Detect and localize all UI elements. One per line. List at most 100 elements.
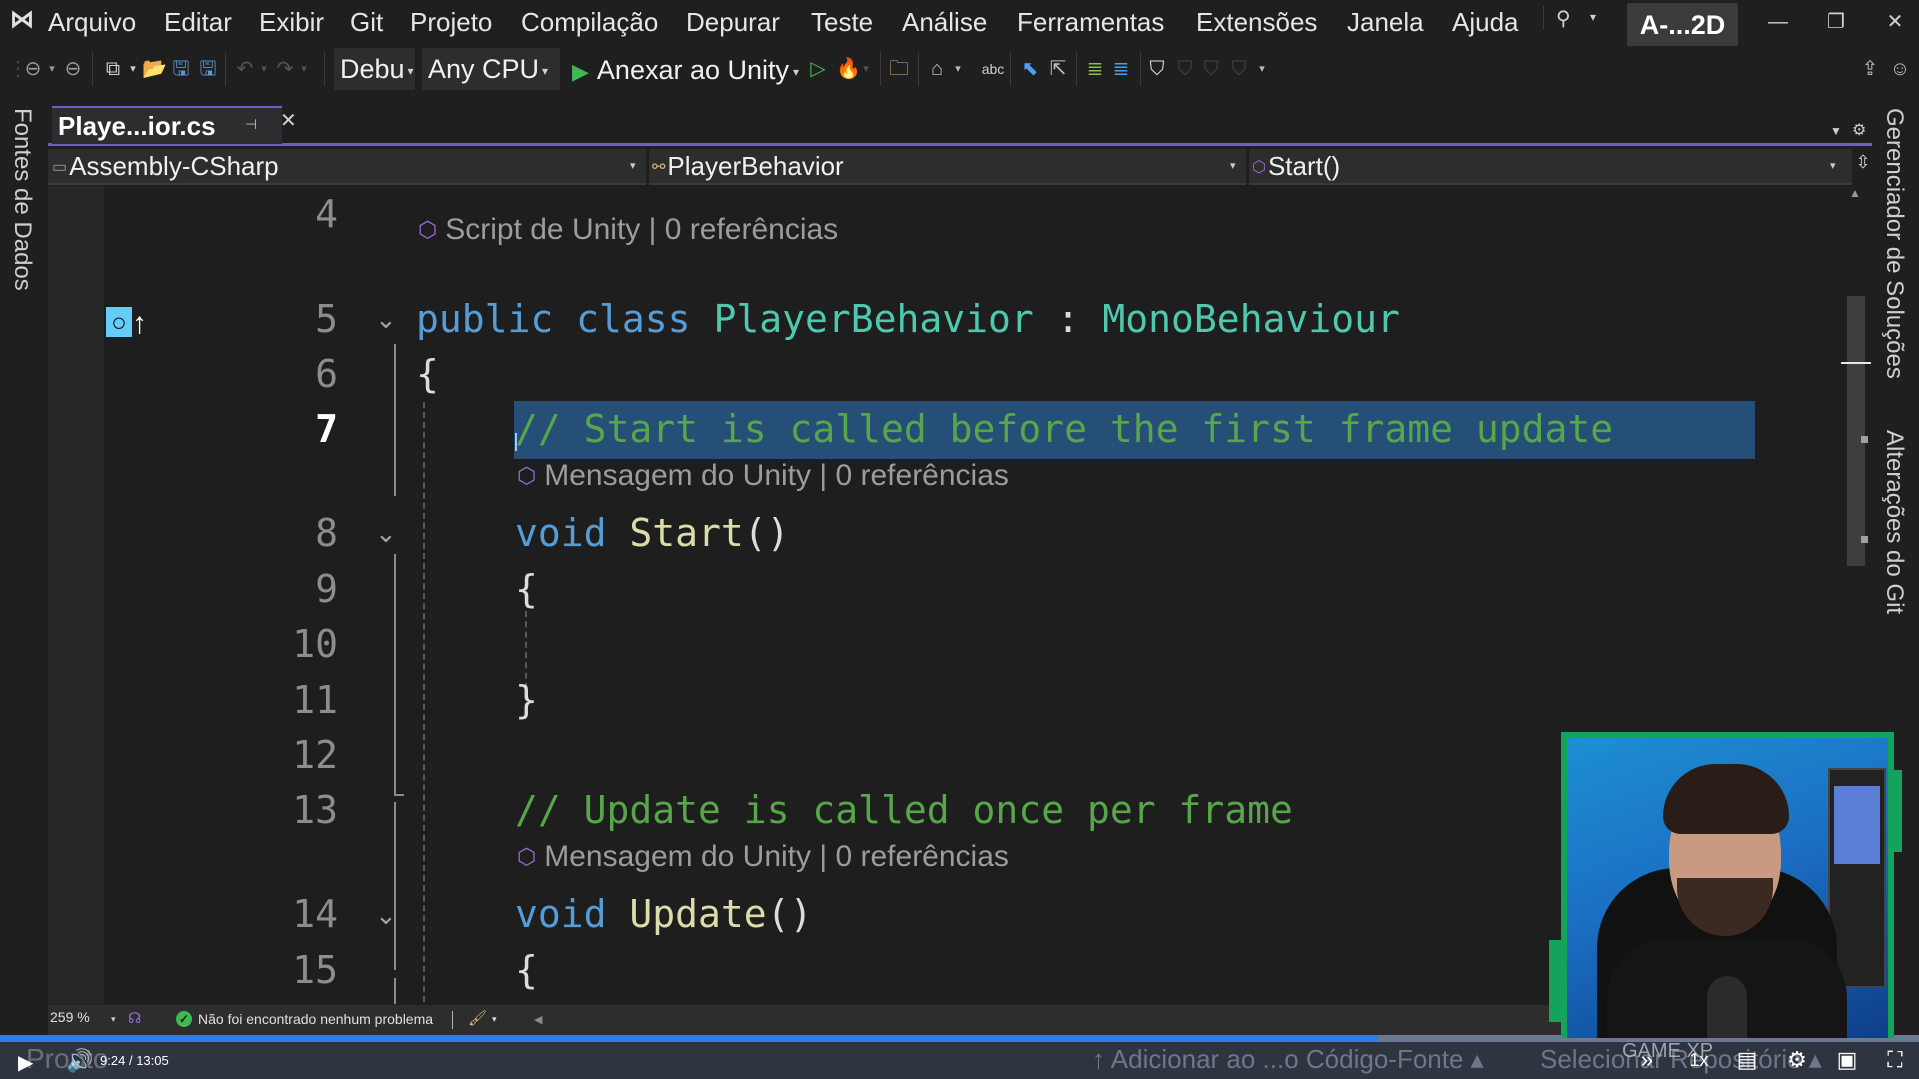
go-to-definition-icon[interactable]: ⇱ (1046, 56, 1070, 82)
navigate-back-icon[interactable]: ⊖ (22, 56, 44, 82)
skip-forward-icon[interactable]: » (1632, 1046, 1662, 1074)
menu-teste[interactable]: Teste (811, 6, 873, 38)
collapse-chevron-icon[interactable]: ⌄ (375, 304, 397, 334)
zoom-dropdown-caret-icon[interactable]: ▾ (111, 1014, 116, 1025)
scroll-up-arrow-icon[interactable]: ▲ (1849, 186, 1861, 200)
new-project-icon[interactable]: ⧉ (100, 56, 126, 82)
menu-projeto[interactable]: Projeto (410, 6, 492, 38)
configuration-dropdown[interactable]: Debu ▾ (334, 48, 415, 90)
attach-to-unity-button[interactable]: ▶ Anexar ao Unity ▾ (572, 50, 799, 90)
scrollbar-thumb[interactable] (1847, 296, 1865, 566)
close-button[interactable]: ✕ (1872, 4, 1918, 40)
search-dropdown-caret-icon[interactable]: ▾ (1590, 10, 1596, 24)
collapse-chevron-icon[interactable]: ⌄ (375, 518, 397, 548)
menu-depurar[interactable]: Depurar (686, 6, 780, 38)
codelens-unity-message[interactable]: ⬡ Mensagem do Unity | 0 referências (517, 837, 1009, 877)
undo-caret-icon[interactable]: ▾ (258, 56, 270, 82)
menu-exibir[interactable]: Exibir (259, 6, 324, 38)
previous-bookmark-icon[interactable]: ⛉ (1174, 56, 1196, 82)
new-project-caret-icon[interactable]: ▾ (127, 56, 139, 82)
copilot-icon[interactable]: ☊ (128, 1009, 141, 1027)
live-share-icon[interactable]: ⇪ (1858, 56, 1882, 82)
redo-caret-icon[interactable]: ▾ (298, 56, 310, 82)
navigation-bar: ▭Assembly-CSharp ▾ ⚯PlayerBehavior ▾ ⬡St… (48, 149, 1852, 185)
settings-gear-icon[interactable]: ⚙ (1782, 1046, 1812, 1074)
hot-reload-icon[interactable]: 🔥 (836, 56, 861, 82)
redo-icon[interactable]: ↷ (274, 56, 296, 82)
find-in-files-folder-icon[interactable]: 🗀 (886, 56, 912, 82)
navigate-back-caret-icon[interactable]: ▾ (46, 56, 58, 82)
platform-dropdown[interactable]: Any CPU ▾ (422, 48, 560, 90)
code-cleanup-caret-icon[interactable]: ▾ (492, 1014, 497, 1025)
menu-editar[interactable]: Editar (164, 6, 232, 38)
outline-guide (394, 554, 396, 794)
menu-arquivo[interactable]: Arquivo (48, 6, 136, 38)
bookmark-icon[interactable]: ⛉ (1146, 56, 1168, 82)
inheritance-margin-marker[interactable]: ○ ↑ (106, 307, 147, 341)
gear-icon[interactable]: ⚙ (1852, 120, 1866, 140)
menu-ferramentas[interactable]: Ferramentas (1017, 6, 1164, 38)
menu-git[interactable]: Git (350, 6, 383, 38)
horizontal-scroll-left-icon[interactable]: ◀ (534, 1013, 542, 1026)
keyword-class: class (576, 297, 691, 341)
type-dropdown[interactable]: ⚯PlayerBehavior (652, 149, 1282, 183)
issues-status[interactable]: Não foi encontrado nenhum problema (198, 1011, 433, 1027)
project-dropdown[interactable]: ▭Assembly-CSharp (52, 149, 638, 183)
code-cleanup-brush-icon[interactable]: 🖌 (468, 1009, 487, 1027)
toolbar-overflow-icon[interactable]: ▾ (1256, 56, 1268, 82)
colon: : (1056, 297, 1080, 341)
clear-bookmarks-icon[interactable]: ⛉ (1228, 56, 1250, 82)
duration: 13:05 (136, 1053, 169, 1068)
data-sources-tab[interactable]: Fontes de Dados (8, 108, 36, 291)
minimize-button[interactable]: — (1755, 4, 1801, 40)
codelens-script-unity[interactable]: ⬡ Script de Unity | 0 referências (418, 210, 838, 250)
outdent-icon[interactable]: ≣ (1110, 56, 1132, 82)
git-changes-tab[interactable]: Alterações do Git (1880, 430, 1908, 614)
navigate-forward-icon[interactable]: ⊖ (62, 56, 84, 82)
toolbar-overflow-icon[interactable]: ▾ (952, 56, 964, 82)
volume-icon[interactable]: 🔊 (66, 1048, 93, 1074)
captions-icon[interactable]: ▤ (1732, 1046, 1762, 1074)
indent-icon[interactable]: ≣ (1084, 56, 1106, 82)
start-without-debugging-icon[interactable]: ▷ (808, 56, 828, 82)
picture-in-picture-icon[interactable]: ▣ (1832, 1046, 1862, 1074)
open-folder-icon[interactable]: 📂 (142, 56, 167, 82)
menu-analise[interactable]: Análise (902, 6, 987, 38)
codelens-unity-message[interactable]: ⬡ Mensagem do Unity | 0 referências (517, 456, 1009, 496)
outline-guide-end (394, 794, 404, 796)
save-all-icon[interactable]: 🖫 (197, 56, 219, 82)
search-icon[interactable]: ⚲ (1556, 6, 1571, 31)
feedback-icon[interactable]: ☺ (1888, 56, 1912, 82)
exit-fullscreen-icon[interactable]: ⛶ (1880, 1046, 1910, 1074)
solution-home-icon[interactable]: ⌂ (924, 56, 950, 82)
select-pointer-icon[interactable]: ⬉ (1018, 56, 1042, 82)
tab-overflow-dropdown-icon[interactable]: ▼ (1830, 124, 1842, 138)
chevron-down-icon[interactable]: ▾ (630, 159, 636, 172)
pin-icon[interactable]: ⊣ (245, 116, 257, 133)
code-line-11: } (515, 673, 538, 728)
play-icon[interactable]: ▶ (18, 1050, 33, 1075)
visual-studio-logo-icon[interactable]: ⋈ (8, 6, 36, 34)
chevron-down-icon[interactable]: ▾ (1230, 159, 1236, 172)
playback-speed-button[interactable]: 1x (1684, 1046, 1714, 1074)
document-tab-playerbehavior[interactable]: Playe...ior.cs ⊣ (52, 106, 282, 144)
menu-extensoes[interactable]: Extensões (1196, 6, 1317, 38)
menu-ajuda[interactable]: Ajuda (1452, 6, 1519, 38)
split-editor-icon[interactable]: ⇳ (1852, 152, 1874, 182)
spell-check-icon[interactable]: abc (980, 56, 1006, 82)
close-tab-icon[interactable]: ✕ (280, 108, 297, 133)
undo-icon[interactable]: ↶ (234, 56, 256, 82)
save-icon[interactable]: 🖫 (170, 56, 192, 82)
menu-janela[interactable]: Janela (1347, 6, 1424, 38)
member-dropdown[interactable]: ⬡Start() (1252, 149, 1832, 183)
solution-name-badge[interactable]: A-...2D (1627, 3, 1738, 47)
menu-compilacao[interactable]: Compilação (521, 6, 658, 38)
solution-explorer-tab[interactable]: Gerenciador de Soluções (1880, 108, 1908, 379)
zoom-level[interactable]: 259 % (50, 1009, 90, 1025)
chevron-down-icon[interactable]: ▾ (1830, 159, 1836, 172)
hot-reload-caret-icon[interactable]: ▾ (860, 56, 872, 82)
restore-button[interactable]: ❐ (1813, 4, 1859, 40)
next-bookmark-icon[interactable]: ⛉ (1200, 56, 1222, 82)
toolbar-grip-icon[interactable]: ⋮ (8, 56, 28, 82)
base-class-name: MonoBehaviour (1102, 297, 1400, 341)
